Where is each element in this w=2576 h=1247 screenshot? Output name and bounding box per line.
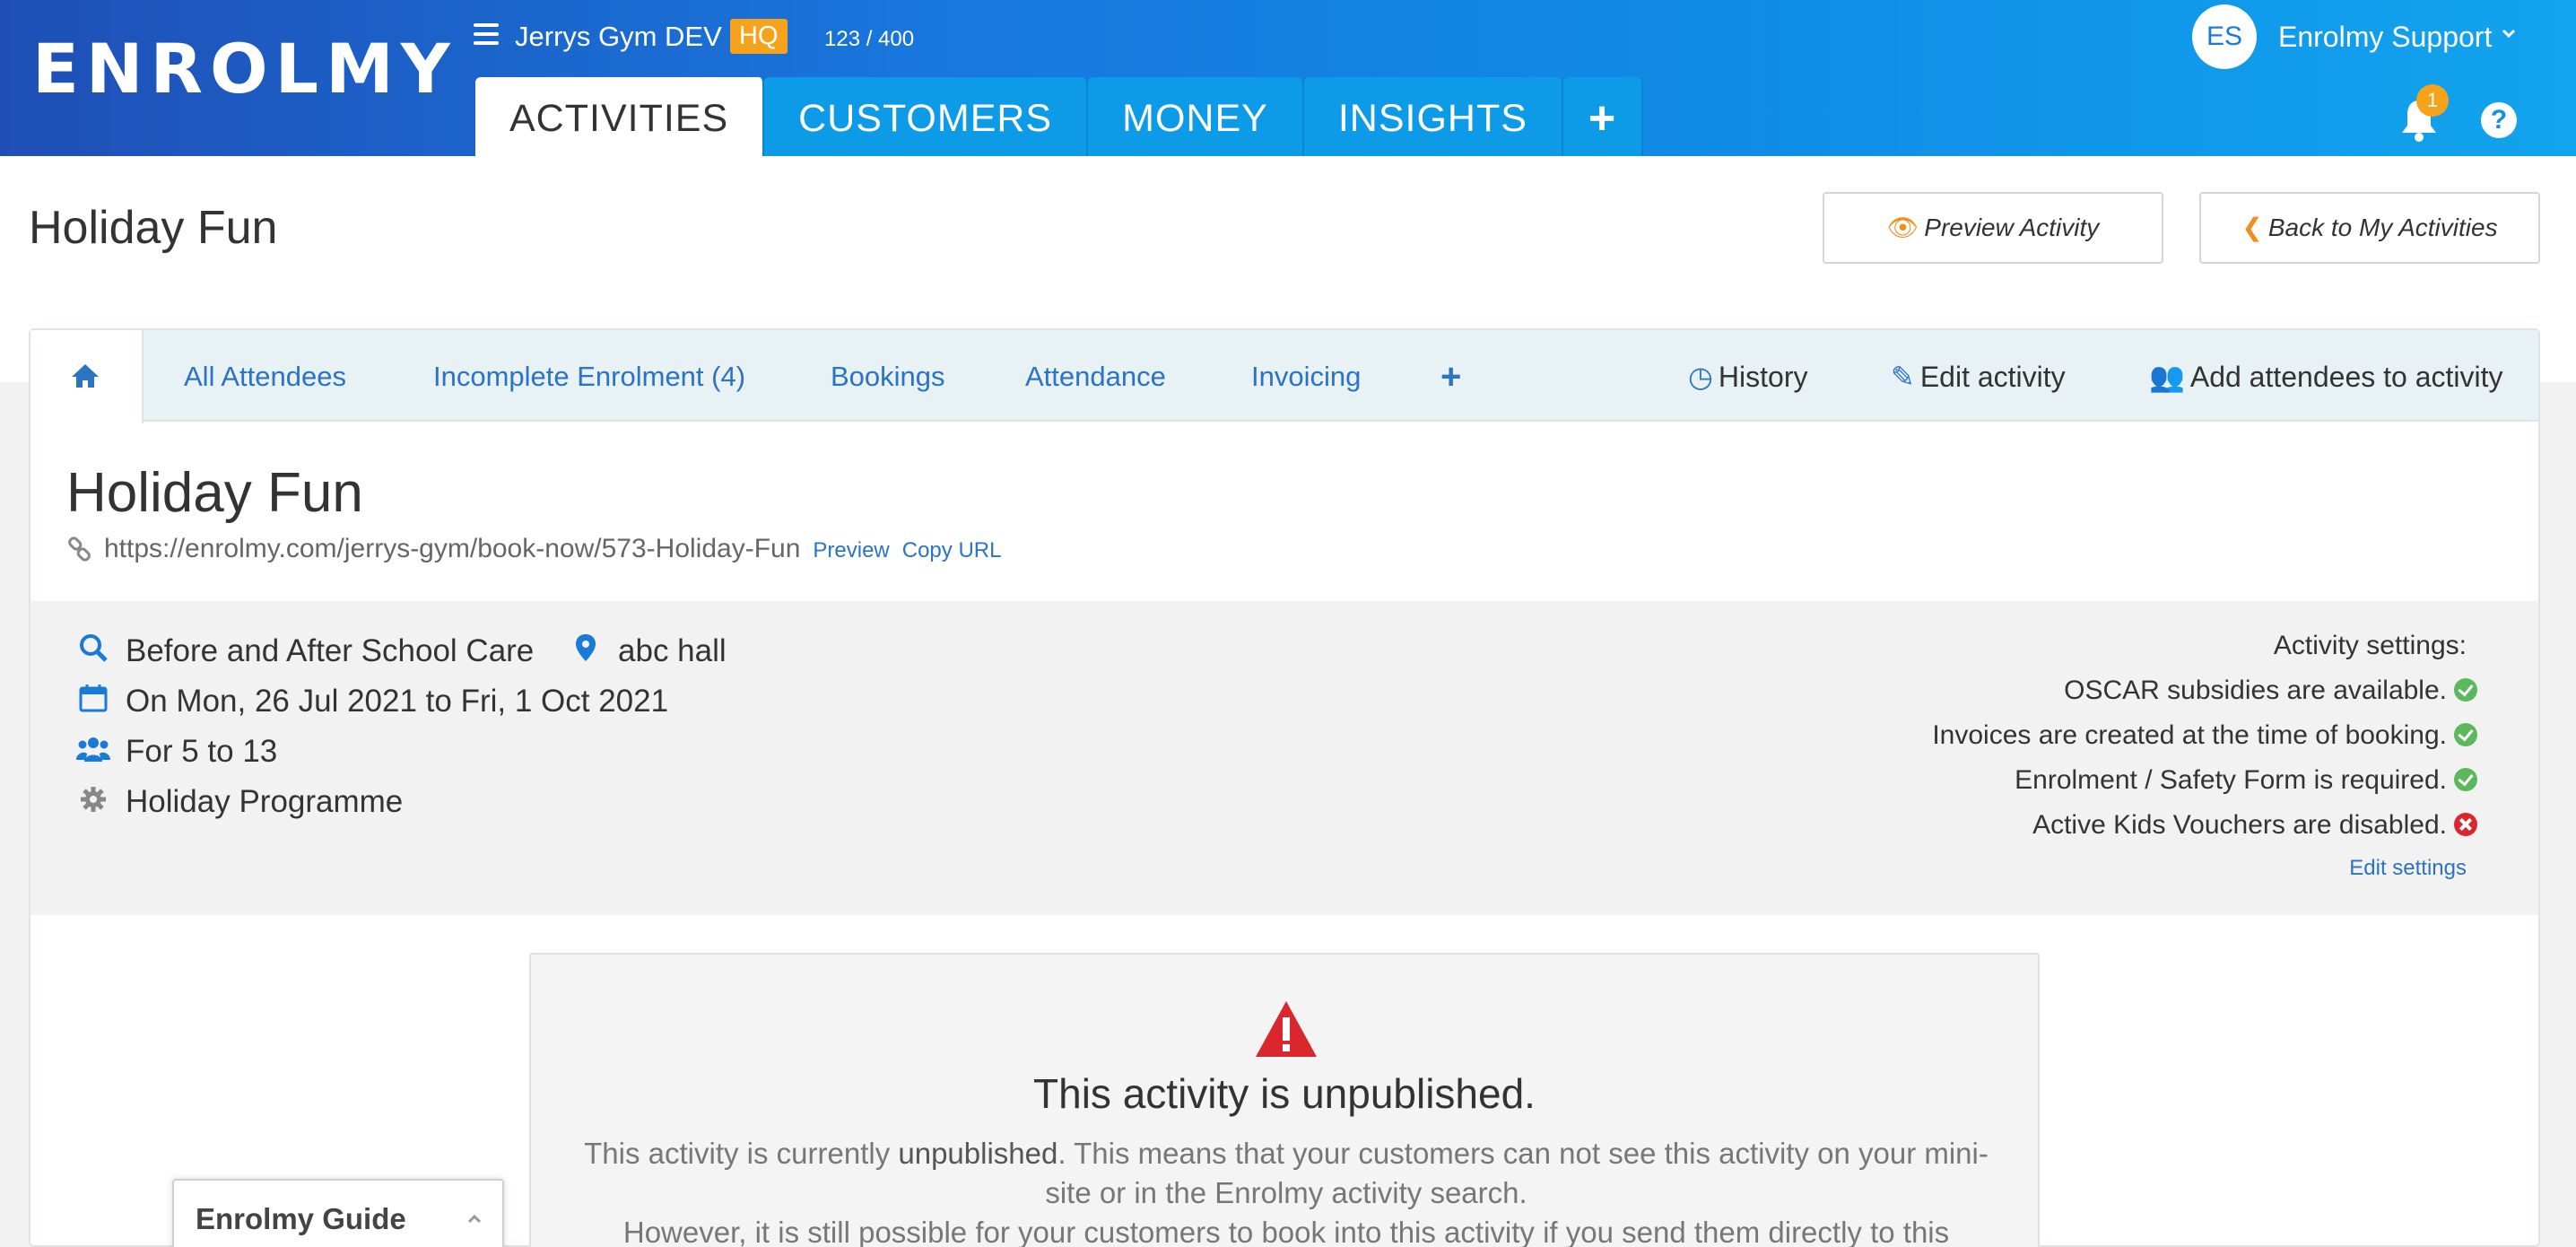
notice-title: This activity is unpublished. <box>1033 1070 1536 1117</box>
setting-enrolment-form: Enrolment / Safety Form is required. <box>2015 765 2447 795</box>
setting-item: Active Kids Vouchers are disabled. <box>2032 807 2477 843</box>
ages-row: For 5 to 13 <box>75 732 277 772</box>
history-label: History <box>1718 361 1808 393</box>
add-attendees-label: Add attendees to activity <box>2189 361 2503 393</box>
notice-line2: However, it is still possible for your c… <box>622 1216 1950 1247</box>
setting-oscar: OSCAR subsidies are available. <box>2064 676 2447 705</box>
category-row: Before and After School Care abc hall <box>75 632 727 671</box>
category-text: Before and After School Care <box>126 633 535 668</box>
tab-activities[interactable]: ACTIVITIES <box>475 77 765 156</box>
tab-customers[interactable]: CUSTOMERS <box>764 77 1089 156</box>
setting-invoices: Invoices are created at the time of book… <box>1932 720 2447 750</box>
chevron-left-icon: ❮ <box>2241 214 2263 241</box>
notice-body: This activity is currently unpublished. … <box>567 1134 2006 1247</box>
location-text: abc hall <box>618 633 727 668</box>
check-circle-icon <box>2454 768 2477 792</box>
tab-attendance[interactable]: Attendance <box>1025 330 1166 422</box>
history-button[interactable]: ◷ History <box>1688 330 1807 422</box>
gear-icon <box>75 784 111 824</box>
activity-url: https://enrolmy.com/jerrys-gym/book-now/… <box>104 534 801 563</box>
unpublished-notice: This activity is unpublished. This activ… <box>529 953 2040 1247</box>
setting-item: Enrolment / Safety Form is required. <box>2015 763 2477 798</box>
notice-line1-bold: unpublished <box>898 1137 1058 1170</box>
usage-counter: 123 / 400 <box>824 27 915 51</box>
preview-activity-button[interactable]: 👁 Preview Activity <box>1823 192 2163 264</box>
tab-all-attendees[interactable]: All Attendees <box>184 330 346 422</box>
cross-circle-icon <box>2454 813 2477 837</box>
tab-home[interactable] <box>30 330 144 423</box>
link-icon <box>68 536 91 562</box>
eye-icon: 👁 <box>1886 214 1919 241</box>
enrolmy-logo[interactable]: ENROLMY <box>32 35 457 103</box>
settings-heading: Activity settings: <box>2273 631 2467 660</box>
tab-add-button[interactable]: + <box>1562 77 1644 156</box>
activity-details: Before and After School Care abc hall On… <box>30 601 2538 915</box>
add-attendees-button[interactable]: 👥 Add attendees to activity <box>2149 330 2503 422</box>
setting-active-kids: Active Kids Vouchers are disabled. <box>2032 810 2447 840</box>
warning-icon <box>1256 1001 1317 1057</box>
hq-badge: HQ <box>730 19 788 54</box>
copy-url-link[interactable]: Copy URL <box>902 538 1002 562</box>
avatar[interactable]: ES <box>2192 4 2257 69</box>
top-bar: ENROLMY Jerrys Gym DEV HQ 123 / 400 ACTI… <box>0 0 2576 156</box>
search-icon <box>75 632 111 673</box>
check-circle-icon <box>2454 723 2477 747</box>
activity-url-row: https://enrolmy.com/jerrys-gym/book-now/… <box>66 531 1001 567</box>
guide-label: Enrolmy Guide <box>196 1202 406 1235</box>
user-menu[interactable]: Enrolmy Support <box>2278 16 2492 57</box>
main-navigation: ACTIVITIES CUSTOMERS MONEY INSIGHTS + <box>475 77 1644 156</box>
edit-activity-label: Edit activity <box>1919 361 2066 393</box>
back-to-activities-button[interactable]: ❮ Back to My Activities <box>2199 192 2540 264</box>
activity-title: Holiday Fun <box>66 462 363 524</box>
notice-line1-pre: This activity is currently <box>584 1137 899 1170</box>
page-title: Holiday Fun <box>29 202 278 254</box>
check-circle-icon <box>2454 678 2477 702</box>
activity-card: All Attendees Incomplete Enrolment (4) B… <box>29 328 2540 1247</box>
type-row: Holiday Programme <box>75 782 403 822</box>
tab-insights[interactable]: INSIGHTS <box>1303 77 1563 156</box>
setting-item: Invoices are created at the time of book… <box>1932 718 2477 754</box>
pencil-icon: ✎ <box>1891 361 1915 393</box>
edit-activity-button[interactable]: ✎ Edit activity <box>1891 330 2066 422</box>
type-text: Holiday Programme <box>126 784 404 819</box>
map-marker-icon <box>568 632 604 673</box>
back-label: Back to My Activities <box>2267 214 2498 241</box>
preview-activity-label: Preview Activity <box>1924 214 2100 241</box>
dates-row: On Mon, 26 Jul 2021 to Fri, 1 Oct 2021 <box>75 682 668 721</box>
notice-line1-post: . This means that your customers can not… <box>1045 1137 1989 1209</box>
chevron-up-icon[interactable] <box>466 1211 483 1227</box>
preview-link[interactable]: Preview <box>813 538 889 562</box>
tab-add-button[interactable]: + <box>1440 330 1461 422</box>
ages-text: For 5 to 13 <box>126 734 278 769</box>
activity-subnav: All Attendees Incomplete Enrolment (4) B… <box>30 330 2538 423</box>
clock-icon: ◷ <box>1688 361 1713 393</box>
organisation-name[interactable]: Jerrys Gym DEV <box>515 16 722 57</box>
menu-icon[interactable] <box>474 23 499 45</box>
notification-badge: 1 <box>2416 84 2449 117</box>
tab-money[interactable]: MONEY <box>1088 77 1304 156</box>
users-icon <box>75 734 111 773</box>
home-icon <box>72 364 99 388</box>
users-icon: 👥 <box>2149 361 2185 393</box>
edit-settings-link[interactable]: Edit settings <box>2349 856 2467 881</box>
tab-invoicing[interactable]: Invoicing <box>1251 330 1361 422</box>
tab-bookings[interactable]: Bookings <box>831 330 945 422</box>
help-icon[interactable]: ? <box>2481 102 2517 138</box>
calendar-icon <box>75 683 111 723</box>
tab-incomplete-enrolment[interactable]: Incomplete Enrolment (4) <box>433 330 745 422</box>
dates-text: On Mon, 26 Jul 2021 to Fri, 1 Oct 2021 <box>126 684 669 719</box>
enrolmy-guide-widget[interactable]: Enrolmy Guide <box>172 1179 504 1247</box>
chevron-down-icon[interactable] <box>2501 25 2517 41</box>
setting-item: OSCAR subsidies are available. <box>2064 673 2477 709</box>
